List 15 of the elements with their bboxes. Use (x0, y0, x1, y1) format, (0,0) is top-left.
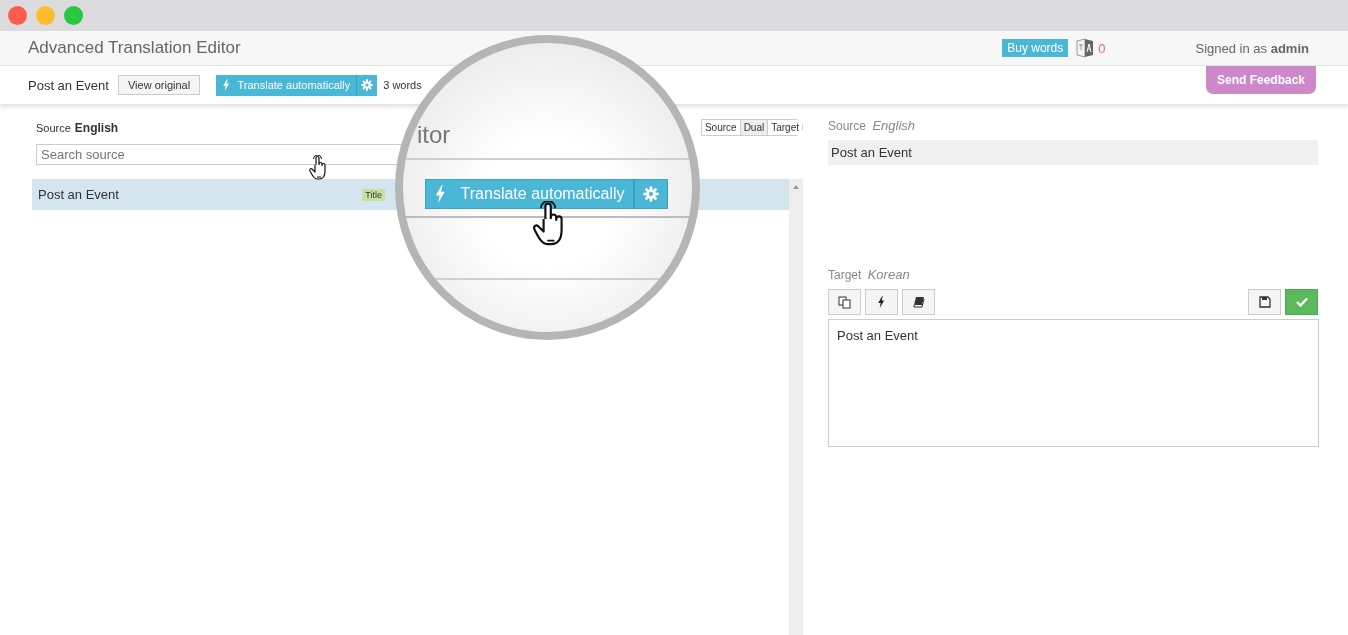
magnified-title-text: itor (417, 121, 451, 149)
document-title: Post an Event (28, 77, 109, 93)
signed-in-text: Signed in as admin (1195, 40, 1309, 56)
app-title: Advanced Translation Editor (28, 38, 242, 58)
credit-count: 0 (1098, 40, 1106, 56)
target-language: Korean (867, 267, 910, 282)
target-label: Target (828, 268, 862, 282)
word-count: 3 words (383, 79, 423, 91)
source-language: English (74, 121, 119, 135)
source-label: Source (828, 119, 867, 133)
source-language: English (872, 118, 915, 133)
segment-tag: Title (362, 188, 385, 201)
segment-text: Post an Event (38, 187, 119, 202)
source-text: Post an Event (828, 140, 1318, 165)
source-label: Source (36, 122, 71, 134)
